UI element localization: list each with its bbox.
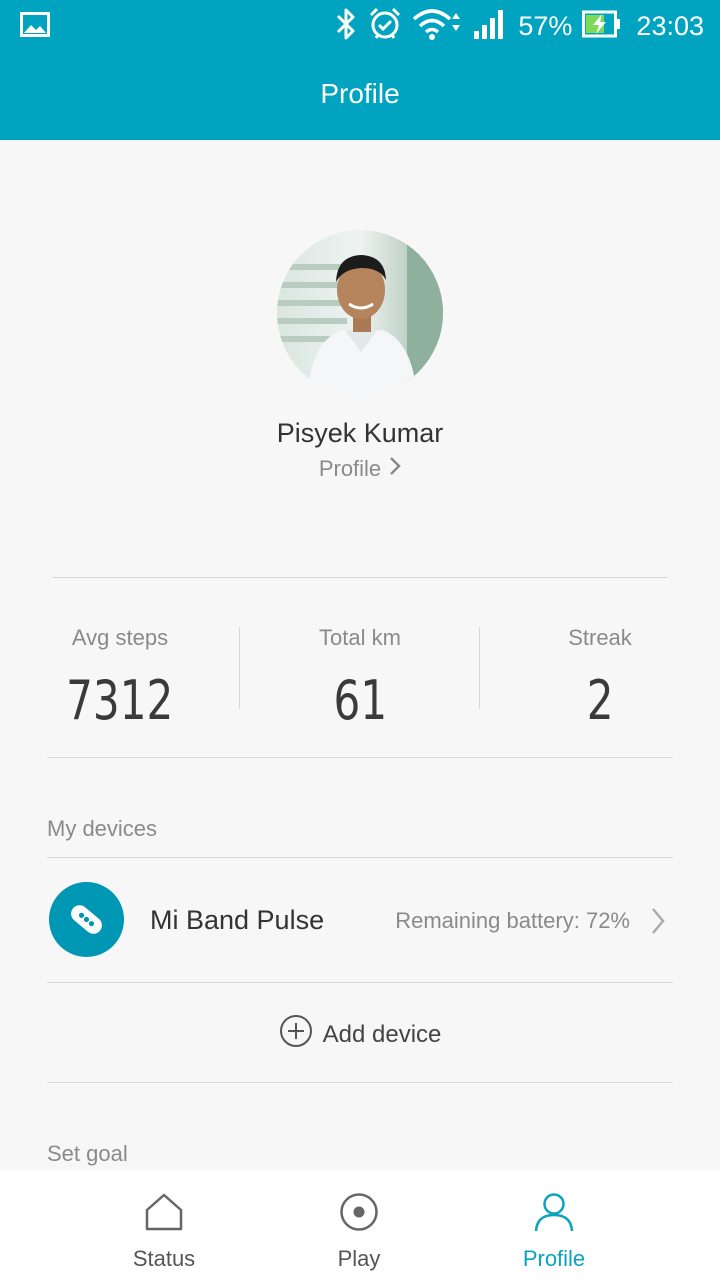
divider — [47, 1082, 673, 1083]
add-device-button[interactable]: Add device — [0, 1014, 720, 1055]
gallery-icon — [20, 12, 50, 43]
stat-label: Streak — [568, 625, 632, 650]
stat-value: 7312 — [66, 669, 174, 732]
section-title-devices: My devices — [47, 816, 158, 841]
band-icon — [49, 882, 124, 957]
nav-label: Profile — [522, 1246, 586, 1271]
battery-percent: 57% — [518, 10, 573, 41]
divider — [47, 857, 673, 858]
home-icon — [74, 1188, 254, 1236]
stat-label: Total km — [319, 625, 401, 650]
wifi-icon — [412, 7, 462, 46]
divider — [47, 982, 673, 983]
user-name: Pisyek Kumar — [276, 418, 444, 448]
battery-charging-icon — [582, 10, 622, 43]
signal-icon — [472, 7, 508, 46]
profile-link[interactable]: Profile — [0, 456, 720, 482]
device-battery: Remaining battery: 72% — [395, 908, 630, 933]
stat-total-km: Total km 61 — [240, 625, 480, 732]
section-title-goal: Set goal — [47, 1141, 128, 1166]
nav-play[interactable]: Play — [269, 1188, 449, 1272]
divider — [47, 757, 673, 758]
page-title: Profile — [320, 78, 400, 109]
play-circle-icon — [269, 1188, 449, 1236]
nav-label: Play — [337, 1246, 381, 1271]
app-header: 57% 23:03 Profile — [0, 0, 720, 140]
add-device-label: Add device — [322, 1020, 442, 1048]
plus-circle-icon — [279, 1014, 313, 1055]
stat-value: 2 — [586, 669, 614, 732]
device-name: Mi Band Pulse — [150, 905, 325, 935]
nav-status[interactable]: Status — [74, 1188, 254, 1272]
person-icon — [464, 1188, 644, 1236]
clock: 23:03 — [636, 10, 704, 41]
chevron-right-icon — [650, 906, 666, 941]
avatar[interactable] — [277, 230, 443, 396]
stat-label: Avg steps — [71, 625, 169, 650]
nav-profile[interactable]: Profile — [464, 1188, 644, 1272]
alarm-icon — [368, 7, 402, 46]
status-bar: 57% 23:03 — [0, 0, 720, 52]
stat-streak: Streak 2 — [480, 625, 720, 732]
divider — [53, 577, 667, 578]
stat-avg-steps: Avg steps 7312 — [0, 625, 240, 732]
chevron-right-icon — [389, 456, 401, 482]
stat-value: 61 — [333, 669, 387, 732]
bluetooth-icon — [334, 7, 358, 46]
profile-link-label: Profile — [318, 456, 382, 481]
bottom-nav: Status Play Profile — [0, 1170, 720, 1280]
nav-label: Status — [132, 1246, 196, 1271]
